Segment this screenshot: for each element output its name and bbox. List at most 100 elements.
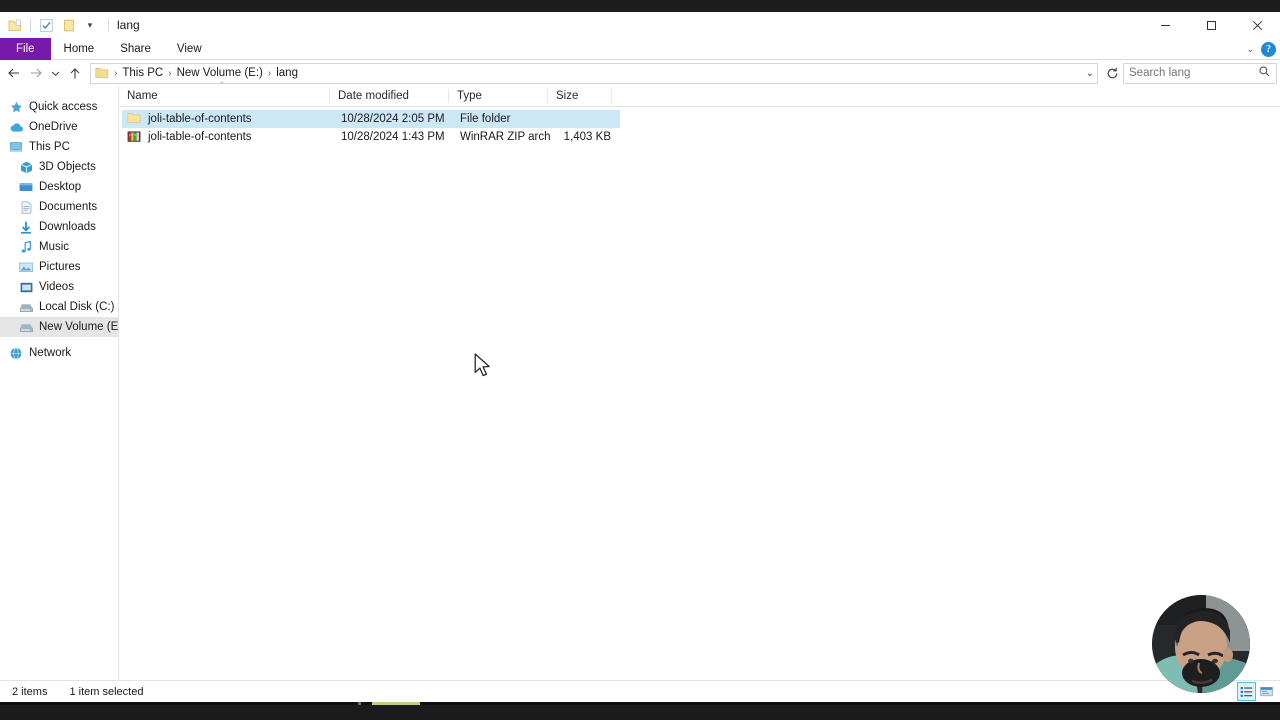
status-item-count: 2 items xyxy=(12,685,48,698)
file-date-cell: 10/28/2024 1:43 PM xyxy=(341,131,445,143)
quick-access-toolbar: ▾ xyxy=(0,15,98,35)
title-bar: ▾ lang xyxy=(0,12,1280,38)
sidebar-item-3d-objects[interactable]: 3D Objects xyxy=(0,157,118,177)
folder-properties-icon[interactable] xyxy=(5,15,25,35)
up-button[interactable] xyxy=(64,62,86,84)
details-view-button[interactable] xyxy=(1237,682,1256,701)
screen: ▾ lang File Home Share View ⌄ ? › This P… xyxy=(0,0,1280,720)
file-date-cell: 10/28/2024 2:05 PM xyxy=(341,113,445,125)
table-row[interactable]: joli-table-of-contents 10/28/2024 1:43 P… xyxy=(122,128,620,146)
breadcrumb-folder-icon[interactable] xyxy=(95,66,109,80)
sidebar-item-quick-access[interactable]: Quick access xyxy=(0,97,118,117)
breadcrumb-separator-2[interactable]: › xyxy=(266,68,273,79)
column-header-type[interactable]: Type xyxy=(449,86,548,107)
recent-locations-icon[interactable] xyxy=(47,62,64,84)
status-bar: 2 items 1 item selected xyxy=(0,680,1280,702)
sidebar-item-label: 3D Objects xyxy=(39,161,96,173)
qat-divider-1 xyxy=(30,18,31,32)
breadcrumb-item-new-volume[interactable]: New Volume (E:) xyxy=(174,67,266,79)
file-list-pane: ⌃ Name Date modified Type Size joli-tabl… xyxy=(119,80,1280,680)
search-input[interactable] xyxy=(1129,67,1254,79)
tab-home[interactable]: Home xyxy=(51,38,108,60)
drive-icon xyxy=(18,319,34,335)
sidebar-item-desktop[interactable]: Desktop xyxy=(0,177,118,197)
taskbar-strip xyxy=(0,702,1280,705)
breadcrumb[interactable]: › This PC › New Volume (E:) › lang ⌄ xyxy=(90,62,1098,84)
sidebar-item-label: OneDrive xyxy=(29,121,78,133)
breadcrumb-item-this-pc[interactable]: This PC xyxy=(119,67,166,79)
ribbon-right-controls: ⌄ ? xyxy=(1246,38,1276,60)
star-icon xyxy=(8,99,24,115)
sidebar-item-new-volume-e[interactable]: New Volume (E:) xyxy=(0,317,118,337)
sidebar-item-local-disk-c[interactable]: Local Disk (C:) xyxy=(0,297,118,317)
sidebar-item-label: Documents xyxy=(39,201,98,213)
window-controls xyxy=(1142,12,1280,38)
sidebar-item-network[interactable]: Network xyxy=(0,343,118,363)
file-name-cell[interactable]: joli-table-of-contents xyxy=(122,130,333,144)
document-icon xyxy=(18,199,34,215)
tab-file[interactable]: File xyxy=(0,38,51,60)
tab-view[interactable]: View xyxy=(164,38,215,60)
help-icon[interactable]: ? xyxy=(1261,41,1276,57)
sidebar-item-pictures[interactable]: Pictures xyxy=(0,257,118,277)
search-box[interactable] xyxy=(1123,62,1277,84)
breadcrumb-right-icons: ⌄ xyxy=(1086,68,1094,79)
new-folder-icon[interactable] xyxy=(59,15,79,35)
file-name-label: joli-table-of-contents xyxy=(148,131,252,143)
sidebar-item-music[interactable]: Music xyxy=(0,237,118,257)
breadcrumb-separator-0[interactable]: › xyxy=(112,68,119,79)
desktop-icon xyxy=(18,179,34,195)
breadcrumb-item-lang[interactable]: lang xyxy=(273,67,301,79)
video-icon xyxy=(18,279,34,295)
table-row[interactable]: joli-table-of-contents 10/28/2024 2:05 P… xyxy=(122,110,620,128)
sidebar-item-videos[interactable]: Videos xyxy=(0,277,118,297)
sidebar-item-label: This PC xyxy=(29,141,70,153)
sidebar-item-label: Desktop xyxy=(39,181,82,193)
file-rows: joli-table-of-contents 10/28/2024 2:05 P… xyxy=(119,107,1280,146)
taskbar xyxy=(0,702,1280,720)
sidebar-item-label: Local Disk (C:) xyxy=(39,301,115,313)
refresh-button[interactable] xyxy=(1101,62,1123,84)
navigation-pane: Quick access OneDrive This PC 3D Objects… xyxy=(0,86,119,680)
network-icon xyxy=(8,345,24,361)
file-name-cell[interactable]: joli-table-of-contents xyxy=(122,112,333,126)
search-icon[interactable] xyxy=(1259,64,1270,82)
qat-dropdown-icon[interactable]: ▾ xyxy=(82,15,98,35)
file-type-cell: WinRAR ZIP archive xyxy=(460,131,551,143)
column-header-name[interactable]: Name xyxy=(119,86,330,107)
maximize-button[interactable] xyxy=(1188,12,1234,38)
file-type-cell: File folder xyxy=(460,113,511,125)
file-name-label: joli-table-of-contents xyxy=(148,113,252,125)
window-body: Quick access OneDrive This PC 3D Objects… xyxy=(0,80,1280,680)
large-icons-view-button[interactable] xyxy=(1258,683,1275,700)
taskbar-active-window-indicator[interactable] xyxy=(372,702,420,705)
minimize-button[interactable] xyxy=(1142,12,1188,38)
column-header-date-modified[interactable]: Date modified xyxy=(330,86,449,107)
address-bar: › This PC › New Volume (E:) › lang ⌄ xyxy=(0,60,1280,86)
winrar-archive-icon xyxy=(127,130,141,144)
sidebar-item-label: Downloads xyxy=(39,221,96,233)
column-header-row: ⌃ Name Date modified Type Size xyxy=(119,80,1280,107)
sidebar-item-this-pc[interactable]: This PC xyxy=(0,137,118,157)
sidebar-item-label: Videos xyxy=(39,281,74,293)
forward-button[interactable] xyxy=(25,62,47,84)
cube-icon xyxy=(18,159,34,175)
chevron-down-icon[interactable]: ⌄ xyxy=(1086,68,1094,79)
sidebar-item-label: New Volume (E:) xyxy=(39,321,119,333)
back-button[interactable] xyxy=(3,62,25,84)
checkbox-icon[interactable] xyxy=(36,15,56,35)
sidebar-item-label: Pictures xyxy=(39,261,81,273)
taskbar-tick xyxy=(358,702,361,705)
music-note-icon xyxy=(18,239,34,255)
column-header-size[interactable]: Size xyxy=(548,86,612,107)
sidebar-item-documents[interactable]: Documents xyxy=(0,197,118,217)
chevron-down-icon[interactable]: ⌄ xyxy=(1246,44,1254,55)
sidebar-item-onedrive[interactable]: OneDrive xyxy=(0,117,118,137)
ribbon-tab-bar: File Home Share View ⌄ ? xyxy=(0,38,1280,60)
folder-icon xyxy=(127,112,141,126)
sidebar-item-label: Network xyxy=(29,347,72,359)
close-button[interactable] xyxy=(1234,12,1280,38)
sidebar-item-downloads[interactable]: Downloads xyxy=(0,217,118,237)
breadcrumb-separator-1[interactable]: › xyxy=(166,68,173,79)
tab-share[interactable]: Share xyxy=(107,38,164,60)
